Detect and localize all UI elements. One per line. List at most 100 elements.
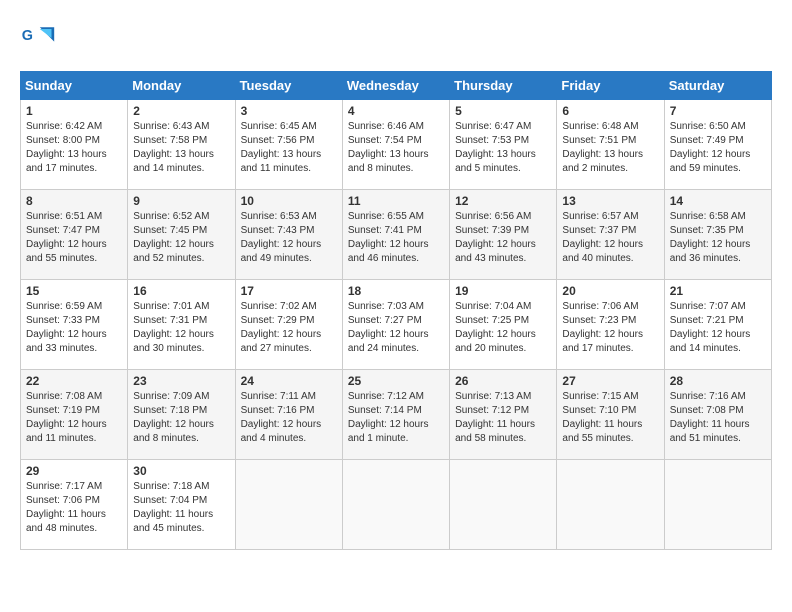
calendar-cell [557,460,664,550]
calendar-cell: 2 Sunrise: 6:43 AM Sunset: 7:58 PM Dayli… [128,100,235,190]
day-number: 4 [348,104,444,118]
calendar-cell: 9 Sunrise: 6:52 AM Sunset: 7:45 PM Dayli… [128,190,235,280]
calendar-cell: 22 Sunrise: 7:08 AM Sunset: 7:19 PM Dayl… [21,370,128,460]
cell-info: Sunrise: 6:57 AM Sunset: 7:37 PM Dayligh… [562,210,658,266]
cell-info: Sunrise: 7:03 AM Sunset: 7:27 PM Dayligh… [348,300,444,356]
day-number: 30 [133,464,229,478]
calendar-header: SundayMondayTuesdayWednesdayThursdayFrid… [21,72,772,100]
header-day: Friday [557,72,664,100]
cell-info: Sunrise: 7:09 AM Sunset: 7:18 PM Dayligh… [133,390,229,446]
calendar-cell: 21 Sunrise: 7:07 AM Sunset: 7:21 PM Dayl… [664,280,771,370]
day-number: 19 [455,284,551,298]
calendar-cell: 12 Sunrise: 6:56 AM Sunset: 7:39 PM Dayl… [450,190,557,280]
calendar-cell: 19 Sunrise: 7:04 AM Sunset: 7:25 PM Dayl… [450,280,557,370]
header-day: Wednesday [342,72,449,100]
calendar-cell [342,460,449,550]
day-number: 17 [241,284,337,298]
day-number: 23 [133,374,229,388]
cell-info: Sunrise: 7:11 AM Sunset: 7:16 PM Dayligh… [241,390,337,446]
calendar-cell: 8 Sunrise: 6:51 AM Sunset: 7:47 PM Dayli… [21,190,128,280]
calendar-cell: 14 Sunrise: 6:58 AM Sunset: 7:35 PM Dayl… [664,190,771,280]
day-number: 6 [562,104,658,118]
header-day: Sunday [21,72,128,100]
day-number: 7 [670,104,766,118]
cell-info: Sunrise: 7:12 AM Sunset: 7:14 PM Dayligh… [348,390,444,446]
page-header: G [20,20,772,56]
cell-info: Sunrise: 7:04 AM Sunset: 7:25 PM Dayligh… [455,300,551,356]
calendar-cell: 18 Sunrise: 7:03 AM Sunset: 7:27 PM Dayl… [342,280,449,370]
day-number: 22 [26,374,122,388]
cell-info: Sunrise: 6:56 AM Sunset: 7:39 PM Dayligh… [455,210,551,266]
day-number: 15 [26,284,122,298]
cell-info: Sunrise: 6:46 AM Sunset: 7:54 PM Dayligh… [348,120,444,176]
calendar-cell: 11 Sunrise: 6:55 AM Sunset: 7:41 PM Dayl… [342,190,449,280]
day-number: 24 [241,374,337,388]
calendar-cell [235,460,342,550]
calendar-cell: 15 Sunrise: 6:59 AM Sunset: 7:33 PM Dayl… [21,280,128,370]
day-number: 25 [348,374,444,388]
calendar-cell: 24 Sunrise: 7:11 AM Sunset: 7:16 PM Dayl… [235,370,342,460]
cell-info: Sunrise: 6:55 AM Sunset: 7:41 PM Dayligh… [348,210,444,266]
calendar-week-row: 22 Sunrise: 7:08 AM Sunset: 7:19 PM Dayl… [21,370,772,460]
calendar-cell [450,460,557,550]
calendar-cell [664,460,771,550]
cell-info: Sunrise: 7:08 AM Sunset: 7:19 PM Dayligh… [26,390,122,446]
calendar-cell: 4 Sunrise: 6:46 AM Sunset: 7:54 PM Dayli… [342,100,449,190]
calendar-week-row: 8 Sunrise: 6:51 AM Sunset: 7:47 PM Dayli… [21,190,772,280]
calendar-cell: 1 Sunrise: 6:42 AM Sunset: 8:00 PM Dayli… [21,100,128,190]
cell-info: Sunrise: 6:45 AM Sunset: 7:56 PM Dayligh… [241,120,337,176]
cell-info: Sunrise: 7:15 AM Sunset: 7:10 PM Dayligh… [562,390,658,446]
calendar-cell: 16 Sunrise: 7:01 AM Sunset: 7:31 PM Dayl… [128,280,235,370]
day-number: 29 [26,464,122,478]
cell-info: Sunrise: 7:01 AM Sunset: 7:31 PM Dayligh… [133,300,229,356]
calendar-cell: 29 Sunrise: 7:17 AM Sunset: 7:06 PM Dayl… [21,460,128,550]
header-day: Thursday [450,72,557,100]
cell-info: Sunrise: 7:18 AM Sunset: 7:04 PM Dayligh… [133,480,229,536]
header-day: Monday [128,72,235,100]
day-number: 11 [348,194,444,208]
day-number: 28 [670,374,766,388]
calendar-cell: 20 Sunrise: 7:06 AM Sunset: 7:23 PM Dayl… [557,280,664,370]
day-number: 16 [133,284,229,298]
calendar-cell: 27 Sunrise: 7:15 AM Sunset: 7:10 PM Dayl… [557,370,664,460]
day-number: 5 [455,104,551,118]
day-number: 10 [241,194,337,208]
calendar-week-row: 15 Sunrise: 6:59 AM Sunset: 7:33 PM Dayl… [21,280,772,370]
calendar-cell: 28 Sunrise: 7:16 AM Sunset: 7:08 PM Dayl… [664,370,771,460]
header-day: Tuesday [235,72,342,100]
calendar-cell: 3 Sunrise: 6:45 AM Sunset: 7:56 PM Dayli… [235,100,342,190]
calendar-body: 1 Sunrise: 6:42 AM Sunset: 8:00 PM Dayli… [21,100,772,550]
cell-info: Sunrise: 6:58 AM Sunset: 7:35 PM Dayligh… [670,210,766,266]
cell-info: Sunrise: 6:48 AM Sunset: 7:51 PM Dayligh… [562,120,658,176]
calendar-cell: 10 Sunrise: 6:53 AM Sunset: 7:43 PM Dayl… [235,190,342,280]
calendar-cell: 25 Sunrise: 7:12 AM Sunset: 7:14 PM Dayl… [342,370,449,460]
cell-info: Sunrise: 6:59 AM Sunset: 7:33 PM Dayligh… [26,300,122,356]
cell-info: Sunrise: 6:51 AM Sunset: 7:47 PM Dayligh… [26,210,122,266]
cell-info: Sunrise: 6:43 AM Sunset: 7:58 PM Dayligh… [133,120,229,176]
svg-text:G: G [22,28,33,44]
day-number: 3 [241,104,337,118]
calendar-table: SundayMondayTuesdayWednesdayThursdayFrid… [20,71,772,550]
calendar-week-row: 1 Sunrise: 6:42 AM Sunset: 8:00 PM Dayli… [21,100,772,190]
cell-info: Sunrise: 7:06 AM Sunset: 7:23 PM Dayligh… [562,300,658,356]
day-number: 2 [133,104,229,118]
day-number: 20 [562,284,658,298]
day-number: 26 [455,374,551,388]
header-row: SundayMondayTuesdayWednesdayThursdayFrid… [21,72,772,100]
cell-info: Sunrise: 6:52 AM Sunset: 7:45 PM Dayligh… [133,210,229,266]
calendar-cell: 30 Sunrise: 7:18 AM Sunset: 7:04 PM Dayl… [128,460,235,550]
calendar-week-row: 29 Sunrise: 7:17 AM Sunset: 7:06 PM Dayl… [21,460,772,550]
cell-info: Sunrise: 6:53 AM Sunset: 7:43 PM Dayligh… [241,210,337,266]
cell-info: Sunrise: 6:47 AM Sunset: 7:53 PM Dayligh… [455,120,551,176]
calendar-cell: 13 Sunrise: 6:57 AM Sunset: 7:37 PM Dayl… [557,190,664,280]
day-number: 9 [133,194,229,208]
logo-icon: G [20,20,56,56]
calendar-cell: 7 Sunrise: 6:50 AM Sunset: 7:49 PM Dayli… [664,100,771,190]
calendar-cell: 17 Sunrise: 7:02 AM Sunset: 7:29 PM Dayl… [235,280,342,370]
day-number: 8 [26,194,122,208]
calendar-cell: 26 Sunrise: 7:13 AM Sunset: 7:12 PM Dayl… [450,370,557,460]
day-number: 18 [348,284,444,298]
cell-info: Sunrise: 7:17 AM Sunset: 7:06 PM Dayligh… [26,480,122,536]
cell-info: Sunrise: 7:02 AM Sunset: 7:29 PM Dayligh… [241,300,337,356]
cell-info: Sunrise: 6:50 AM Sunset: 7:49 PM Dayligh… [670,120,766,176]
